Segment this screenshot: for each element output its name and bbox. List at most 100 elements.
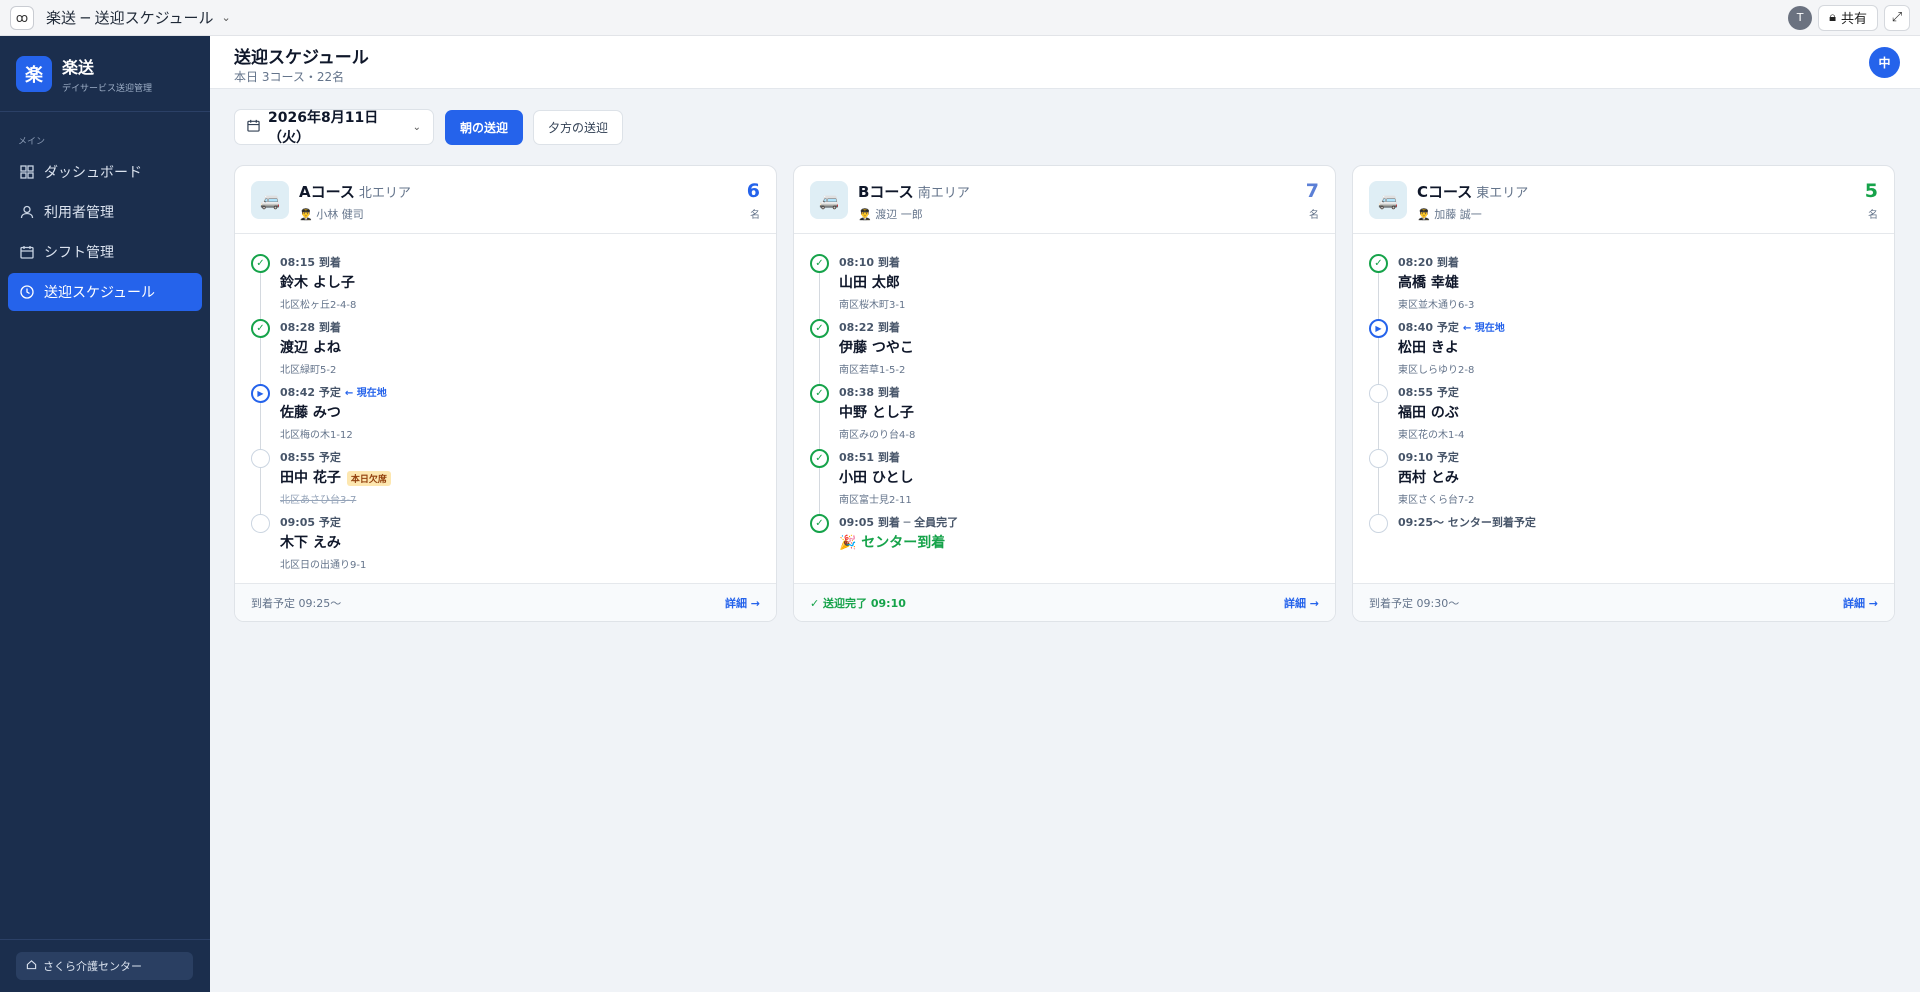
passenger-name: 高橋 幸雄 xyxy=(1398,272,1894,292)
list-item[interactable]: 08:55 予定 田中 花子 本日欠席 北区あさひ台3-7 xyxy=(235,445,776,525)
course-footer: 到着予定 09:30〜 詳細 → xyxy=(1353,583,1894,621)
list-item[interactable]: ✓ 08:20 到着 高橋 幸雄東区並木通り6-3 xyxy=(1353,250,1894,330)
empty-circle-icon xyxy=(1369,514,1388,533)
list-item[interactable]: 08:55 予定 福田 のぶ東区花の木1-4 xyxy=(1353,380,1894,460)
list-item[interactable]: ✓ 08:10 到着 山田 太郎 南区桜木町3-1 xyxy=(794,250,1335,330)
detail-link[interactable]: 詳細 → xyxy=(1843,595,1878,611)
calendar-icon xyxy=(247,119,260,136)
passenger-name: 中野 とし子 xyxy=(839,402,1335,422)
course-card: 🚐 Aコース 北エリア 👨‍✈️ 小林 健司 6 名 ✓ 08:15 到着 鈴木 よし子 北区松ヶ… xyxy=(234,165,777,622)
sidebar: 楽 楽送 デイサービス送迎管理 メイン ダッシュボード 利用者管理 シフト管理 … xyxy=(0,36,210,992)
stop-time: 08:10 到着 xyxy=(839,250,1335,270)
list-item[interactable]: ✓ 09:05 到着 ─ 全員完了 🎉 センター到着 xyxy=(794,510,1335,575)
course-card: 🚐 Cコース 東エリア 👨‍✈️ 加藤 誠一 5 名 ✓ 08:20 到着 高橋 幸雄 東区並木通… xyxy=(1352,165,1895,622)
list-item[interactable]: ✓ 08:38 到着 中野 とし子 南区みのり台4-8 xyxy=(794,380,1335,460)
stop-time: 08:15 到着 xyxy=(280,250,776,270)
van-icon: 🚐 xyxy=(251,181,289,219)
sidebar-item-schedule[interactable]: 送迎スケジュール xyxy=(8,273,202,311)
empty-circle-icon xyxy=(251,514,270,533)
sidebar-item-label: 利用者管理 xyxy=(44,205,114,221)
passenger-name: 鈴木 よし子 xyxy=(280,272,776,292)
list-item[interactable]: ✓ 08:15 到着 鈴木 よし子 北区松ヶ丘2-4-8 xyxy=(235,250,776,330)
tab-morning[interactable]: 朝の送迎 xyxy=(445,110,523,145)
passenger-count: 7 xyxy=(1305,180,1319,202)
empty-circle-icon xyxy=(251,449,270,468)
passenger-name-text: 木下 えみ xyxy=(280,535,341,551)
passenger-name-text: 田中 花子 xyxy=(280,470,341,486)
detail-link[interactable]: 詳細 → xyxy=(725,595,760,611)
list-item[interactable]: ▶ 08:42 予定 ← 現在地 佐藤 みつ 北区梅の木1-12 xyxy=(235,380,776,460)
driver-icon: 👨‍✈️ xyxy=(858,208,872,221)
footer-status: 到着予定 09:30〜 xyxy=(1369,596,1460,610)
share-button[interactable]: 🔒︎ 共有 xyxy=(1818,4,1878,31)
brand-subtitle: デイサービス送迎管理 xyxy=(62,83,153,94)
list-item[interactable]: 09:05 予定木下 えみ北区日の出通り9-1 xyxy=(235,510,776,575)
stop-time-text: 08:22 到着 xyxy=(839,321,900,334)
chevron-down-icon[interactable]: ⌄ xyxy=(222,11,231,24)
course-driver: 👨‍✈️ 加藤 誠一 xyxy=(1417,206,1482,222)
stop-time: 09:25〜 センター到着予定 xyxy=(1398,510,1894,530)
passenger-address: 北区梅の木1-12 xyxy=(280,430,353,441)
driver-name: 小林 健司 xyxy=(316,208,364,221)
list-item[interactable]: 09:10 予定 西村 とみ 東区さくら台7-2 xyxy=(1353,445,1894,525)
list-item[interactable]: ▶ 08:40 予定 ← 現在地 松田 きよ 東区しらゆり2-8 xyxy=(1353,315,1894,395)
ab-icon[interactable]: ꝏ xyxy=(10,5,34,30)
sidebar-item-dashboard[interactable]: ダッシュボード xyxy=(8,153,202,191)
stop-time-text: 08:55 予定 xyxy=(1398,386,1459,399)
passenger-name-text: 福田 のぶ xyxy=(1398,405,1459,421)
course-name: Aコース 北エリア xyxy=(299,181,411,202)
passenger-name: 小田 ひとし xyxy=(839,467,1335,487)
list-item[interactable]: ✓ 08:28 到着 渡辺 よね 北区緑町5-2 xyxy=(235,315,776,395)
date-picker[interactable]: 2026年8月11日（火） ⌄ xyxy=(234,109,434,146)
stop-time: 08:28 到着 xyxy=(280,315,776,335)
nav-section-label: メイン xyxy=(18,137,46,147)
play-circle-icon: ▶ xyxy=(251,384,270,403)
passenger-address: 北区日の出通り9-1 xyxy=(280,560,367,571)
stop-time: 08:51 到着 xyxy=(839,445,1335,465)
check-circle-icon: ✓ xyxy=(810,384,829,403)
detail-link[interactable]: 詳細 → xyxy=(1284,595,1319,611)
stop-time-text: 09:25〜 センター到着予定 xyxy=(1398,516,1536,529)
passenger-count: 6 xyxy=(746,180,760,202)
stop-time: 08:20 到着 xyxy=(1398,250,1894,270)
page-title: 送迎スケジュール xyxy=(234,48,369,68)
home-icon xyxy=(26,959,37,973)
list-item[interactable]: 09:25〜 センター到着予定 xyxy=(1353,510,1894,575)
stop-time-text: 08:20 到着 xyxy=(1398,256,1459,269)
account-avatar[interactable]: T xyxy=(1788,5,1813,30)
passenger-name-text: 高橋 幸雄 xyxy=(1398,275,1459,291)
passenger-address: 東区並木通り6-3 xyxy=(1398,300,1475,311)
stop-time: 09:05 到着 ─ 全員完了 xyxy=(839,510,1335,530)
brand-name: 楽送 xyxy=(62,57,95,77)
passenger-name: 渡辺 よね xyxy=(280,337,776,357)
check-circle-icon: ✓ xyxy=(1369,254,1388,273)
list-item[interactable]: ✓ 08:51 到着 小田 ひとし 南区富士見2-11 xyxy=(794,445,1335,525)
passenger-name-text: 山田 太郎 xyxy=(839,275,900,291)
sidebar-item-users[interactable]: 利用者管理 xyxy=(8,193,202,231)
passenger-address: 東区花の木1-4 xyxy=(1398,430,1465,441)
passenger-address: 南区桜木町3-1 xyxy=(839,300,906,311)
expand-icon[interactable]: ⤢ xyxy=(1884,4,1910,31)
passenger-address: 南区若草1-5-2 xyxy=(839,365,906,376)
passenger-name: 田中 花子 本日欠席 xyxy=(280,467,776,487)
passenger-name: 木下 えみ xyxy=(280,532,776,552)
window-title[interactable]: 楽送 ─ 送迎スケジュール xyxy=(46,7,214,28)
stop-time: 08:55 予定 xyxy=(280,445,776,465)
tab-evening[interactable]: 夕方の送迎 xyxy=(533,110,623,145)
user-avatar[interactable]: 中 xyxy=(1869,47,1900,78)
grid-icon xyxy=(20,165,34,179)
passenger-name-text: 中野 とし子 xyxy=(839,405,914,421)
stop-time-text: 09:05 到着 ─ 全員完了 xyxy=(839,516,959,529)
passenger-name-text: 佐藤 みつ xyxy=(280,405,341,421)
stop-time: 09:05 予定 xyxy=(280,510,776,530)
list-item[interactable]: ✓ 08:22 到着 伊藤 つやこ 南区若草1-5-2 xyxy=(794,315,1335,395)
stop-list: ✓ 08:10 到着山田 太郎南区桜木町3-1 ✓ 08:22 到着 伊藤 つやこ 南区若… xyxy=(794,234,1335,583)
sidebar-item-shifts[interactable]: シフト管理 xyxy=(8,233,202,271)
current-location-tag: ← 現在地 xyxy=(344,388,387,399)
page-subtitle: 本日 3コース・22名 xyxy=(234,70,345,84)
date-label: 2026年8月11日（火） xyxy=(268,110,379,146)
passenger-name-text: 鈴木 よし子 xyxy=(280,275,355,291)
sidebar-item-label: ダッシュボード xyxy=(44,165,142,181)
absent-badge: 本日欠席 xyxy=(346,470,391,486)
facility-switcher[interactable]: さくら介護センター xyxy=(16,952,193,980)
